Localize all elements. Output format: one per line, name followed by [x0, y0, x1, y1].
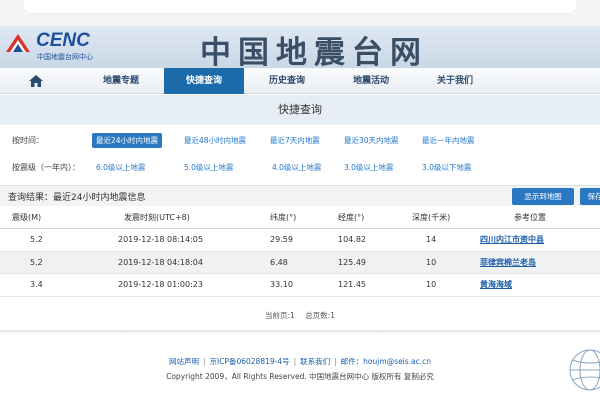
cell-time: 2019-12-18 01:00:23	[118, 280, 203, 289]
cell-depth: 10	[426, 257, 437, 267]
nav-item-about[interactable]: 关于我们	[416, 68, 494, 94]
current-page: 当前页:1	[264, 311, 295, 320]
col-header-longitude: 经度(°)	[338, 213, 365, 222]
time-filter-1y[interactable]: 最近一年内地震	[418, 133, 479, 148]
cell-latitude: 6.48	[270, 257, 288, 267]
results-header: 查询结果：最近24小时内地震信息 显示到地图 保存	[0, 185, 600, 206]
cell-depth: 10	[426, 280, 437, 289]
time-filter-48h[interactable]: 最近48小时内地震	[180, 133, 250, 148]
footer-statement-link[interactable]: 网站声明	[169, 357, 199, 366]
show-on-map-button[interactable]: 显示到地图	[512, 188, 574, 205]
address-pill[interactable]	[22, 0, 578, 14]
magnitude-filter-3-above[interactable]: 3.0级以上地震	[340, 160, 397, 175]
footer-separator: |	[202, 357, 206, 366]
footer-copyright: Copyright 2009，All Rights Reserved. 中国地震…	[166, 372, 434, 381]
cell-latitude: 33.10	[270, 280, 293, 289]
cell-magnitude: 5.2	[30, 257, 43, 267]
col-header-depth: 深度(千米)	[412, 213, 451, 222]
table-row: 3.4 2019-12-18 01:00:23 33.10 121.45 10 …	[0, 274, 600, 297]
col-header-location: 参考位置	[514, 213, 546, 222]
cenc-logo[interactable]: CENC 中国地震台网中心	[4, 30, 124, 64]
nav-item-topics[interactable]: 地震专题	[82, 68, 160, 94]
magnitude-filter-4[interactable]: 4.0级以上地震	[268, 160, 325, 175]
cenc-logo-icon	[6, 34, 30, 52]
col-header-time: 发震时刻(UTC+8)	[124, 213, 190, 222]
save-button[interactable]: 保存	[580, 188, 600, 205]
cell-latitude: 29.59	[270, 235, 293, 244]
cell-longitude: 121.45	[338, 280, 366, 289]
cell-magnitude: 5.2	[30, 235, 43, 244]
cell-depth: 14	[426, 235, 437, 244]
globe-icon	[569, 349, 600, 391]
time-filter-row: 按时间： 最近24小时内地震 最近48小时内地震 最近7天内地震 最近30天内地…	[0, 130, 600, 150]
home-icon[interactable]	[28, 73, 44, 89]
footer-contact-link[interactable]: 联系我们	[300, 357, 330, 366]
nav-item-activity[interactable]: 地震活动	[332, 68, 410, 94]
site-banner: CENC 中国地震台网中心 中国地震台网	[0, 26, 600, 68]
time-filter-30d[interactable]: 最近30天内地震	[340, 133, 403, 148]
time-filter-24h[interactable]: 最近24小时内地震	[92, 133, 163, 148]
cell-longitude: 125.49	[338, 257, 366, 267]
footer-separator: |	[293, 357, 297, 366]
logo-subtitle: 中国地震台网中心	[37, 53, 93, 61]
cell-location-link[interactable]: 四川内江市资中县	[480, 229, 544, 251]
pagination: 当前页:1 总页数:1	[0, 310, 600, 321]
results-table: 震级(M) 发震时刻(UTC+8) 纬度(°) 经度(°) 深度(千米) 参考位…	[0, 207, 600, 297]
cell-location-link[interactable]: 黄海海域	[480, 274, 512, 296]
content-divider	[0, 330, 600, 334]
table-header-row: 震级(M) 发震时刻(UTC+8) 纬度(°) 经度(°) 深度(千米) 参考位…	[0, 207, 600, 229]
col-header-magnitude: 震级(M)	[12, 213, 42, 222]
cell-longitude: 104.82	[338, 235, 366, 244]
time-filter-7d[interactable]: 最近7天内地震	[266, 133, 324, 148]
cell-time: 2019-12-18 08:14:05	[118, 235, 203, 244]
cell-time: 2019-12-18 04:18:04	[118, 257, 203, 267]
results-title: 查询结果：最近24小时内地震信息	[8, 193, 146, 203]
site-calligraphy-title: 中国地震台网	[200, 35, 428, 68]
total-pages: 总页数:1	[305, 311, 335, 320]
magnitude-filter-label: 按震级（一年内）：	[12, 163, 80, 172]
table-row: 5.2 2019-12-18 08:14:05 29.59 104.82 14 …	[0, 229, 600, 252]
footer-separator: |	[334, 357, 337, 366]
magnitude-filter-3-below[interactable]: 3.0级以下地震	[418, 160, 475, 175]
magnitude-filter-row: 按震级（一年内）： 6.0级以上地震 5.0级以上地震 4.0级以上地震 3.0…	[0, 157, 600, 177]
footer: 网站声明 | 京ICP备06028819-4号 | 联系我们 | 邮件：houjm@seis…	[0, 356, 600, 382]
nav-item-history-query[interactable]: 历史查询	[248, 68, 326, 94]
magnitude-filter-5[interactable]: 5.0级以上地震	[180, 160, 237, 175]
footer-email-link[interactable]: 邮件：houjm@seis.ac.cn	[341, 357, 431, 366]
footer-icp-link[interactable]: 京ICP备06028819-4号	[209, 357, 289, 366]
time-filter-label: 按时间：	[12, 136, 44, 145]
cell-location-link[interactable]: 菲律宾棉兰老岛	[480, 252, 536, 274]
table-row: 5.2 2019-12-18 04:18:04 6.48 125.49 10 菲…	[0, 251, 600, 274]
browser-top-strip	[0, 0, 600, 26]
page-title: 快捷查询	[0, 95, 600, 125]
cell-magnitude: 3.4	[30, 280, 43, 289]
main-nav: 地震专题 快捷查询 历史查询 地震活动 关于我们	[0, 68, 600, 94]
nav-item-quick-query[interactable]: 快捷查询	[164, 68, 244, 94]
col-header-latitude: 纬度(°)	[270, 213, 297, 222]
logo-text: CENC	[36, 30, 90, 51]
magnitude-filter-6[interactable]: 6.0级以上地震	[92, 160, 149, 175]
